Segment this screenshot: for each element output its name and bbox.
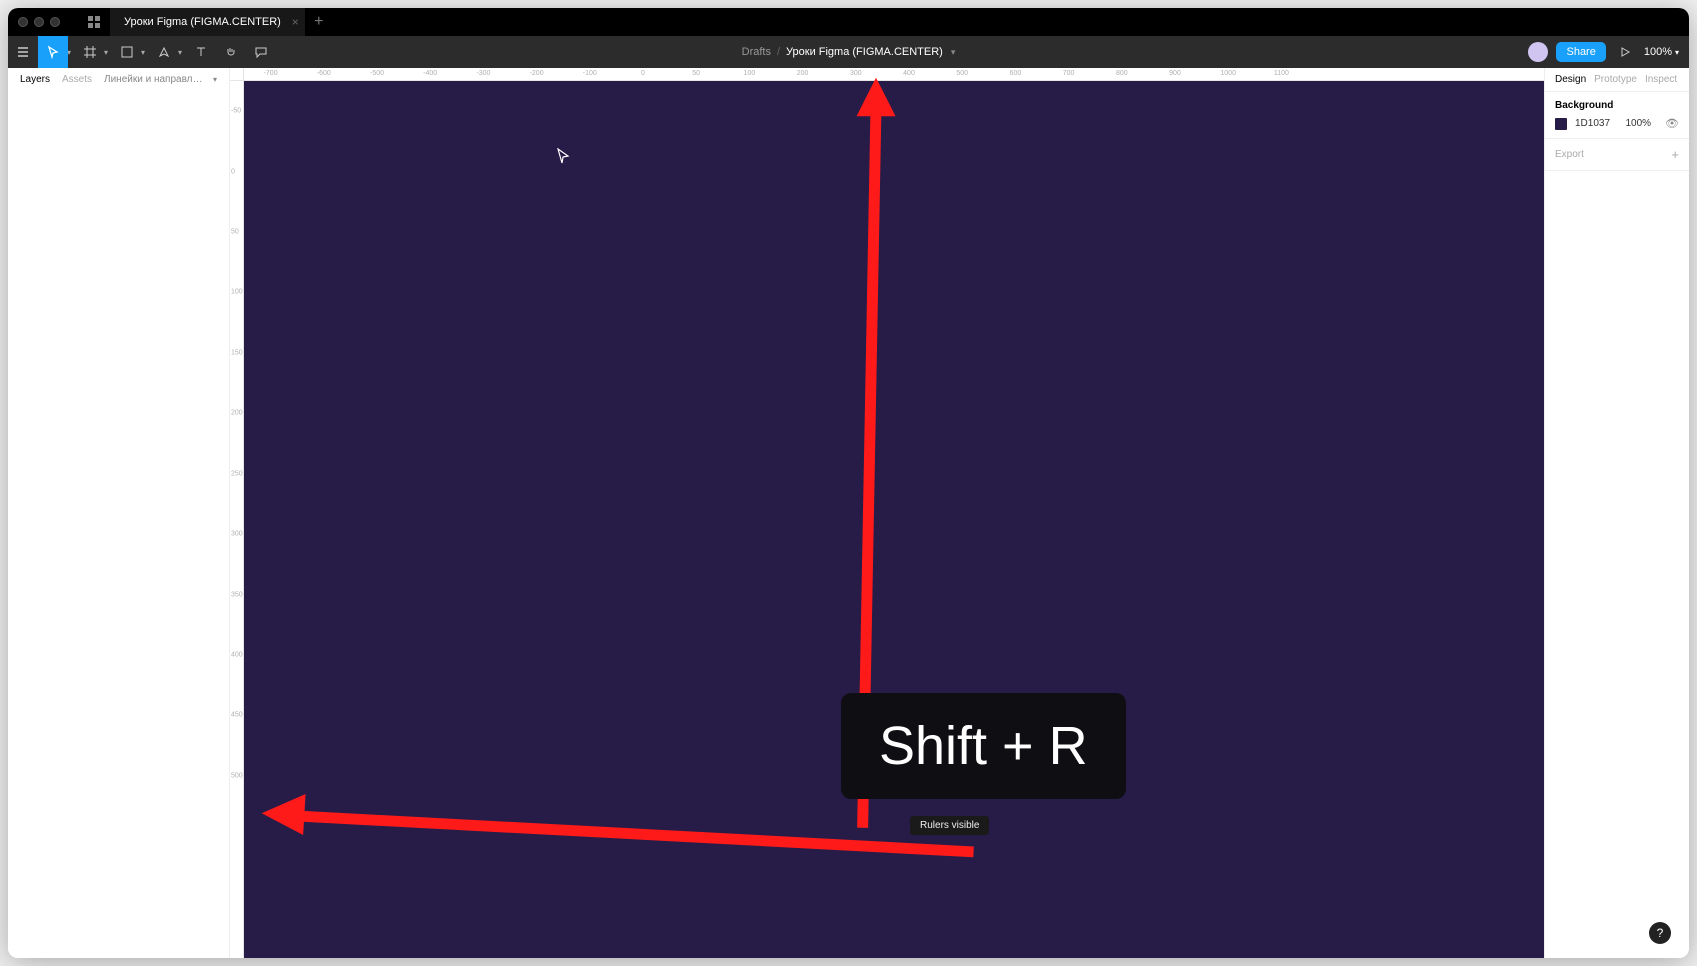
ruler-tick: -400 bbox=[423, 70, 437, 77]
close-window-dot[interactable] bbox=[18, 17, 28, 27]
export-add-icon[interactable]: + bbox=[1671, 147, 1679, 162]
ruler-tick: 300 bbox=[231, 531, 243, 538]
ruler-tick: -300 bbox=[476, 70, 490, 77]
ruler-tick: 200 bbox=[231, 410, 243, 417]
ruler-tick: -200 bbox=[530, 70, 544, 77]
page-selector[interactable]: Линейки и направляющие (включе... bbox=[104, 74, 207, 85]
ruler-corner bbox=[230, 68, 244, 81]
visibility-toggle-icon[interactable]: 👁 bbox=[1665, 117, 1679, 130]
ruler-tick: 50 bbox=[692, 70, 700, 77]
text-tool-button[interactable] bbox=[186, 36, 216, 68]
ruler-vertical[interactable]: -50 0 50 100 150 200 250 300 350 400 450 500 bbox=[230, 81, 244, 958]
ruler-tick: 500 bbox=[956, 70, 968, 77]
ruler-tick: 400 bbox=[231, 651, 243, 658]
ruler-tick: 450 bbox=[231, 712, 243, 719]
right-panel-tabs: Design Prototype Inspect bbox=[1545, 68, 1689, 92]
tab-assets[interactable]: Assets bbox=[62, 74, 92, 85]
ruler-tick: 500 bbox=[231, 772, 243, 779]
left-panel: Layers Assets Линейки и направляющие (вк… bbox=[8, 68, 230, 958]
ruler-tick: 100 bbox=[231, 289, 243, 296]
ruler-horizontal[interactable]: -700 -600 -500 -400 -300 -200 -100 0 50 100 200 300… bbox=[244, 68, 1544, 81]
zoom-value: 100% bbox=[1644, 46, 1672, 58]
background-opacity[interactable]: 100% bbox=[1625, 118, 1651, 129]
close-tab-icon[interactable]: × bbox=[292, 16, 299, 28]
window-controls[interactable] bbox=[8, 17, 60, 27]
ruler-tick: 100 bbox=[744, 70, 756, 77]
background-section: Background 1D1037 100% 👁 bbox=[1545, 92, 1689, 139]
share-button[interactable]: Share bbox=[1556, 42, 1605, 62]
ruler-tick: 50 bbox=[231, 229, 239, 236]
present-button[interactable] bbox=[1614, 36, 1636, 68]
ruler-tick: -500 bbox=[370, 70, 384, 77]
tab-inspect[interactable]: Inspect bbox=[1645, 74, 1677, 85]
background-hex[interactable]: 1D1037 bbox=[1575, 118, 1610, 129]
ruler-tick: -100 bbox=[583, 70, 597, 77]
ruler-tick: -600 bbox=[317, 70, 331, 77]
ruler-tick: 300 bbox=[850, 70, 862, 77]
pen-tool-button[interactable] bbox=[149, 36, 179, 68]
main-body: Layers Assets Линейки и направляющие (вк… bbox=[8, 68, 1689, 958]
ruler-tick: -700 bbox=[264, 70, 278, 77]
minimize-window-dot[interactable] bbox=[34, 17, 44, 27]
page-dropdown-icon[interactable]: ▾ bbox=[213, 75, 217, 84]
app-window: Уроки Figma (FIGMA.CENTER) × + ▾ ▾ ▾ bbox=[8, 8, 1689, 958]
ruler-tick: 600 bbox=[1010, 70, 1022, 77]
breadcrumb-file[interactable]: Уроки Figma (FIGMA.CENTER) bbox=[786, 46, 943, 58]
breadcrumb: Drafts / Уроки Figma (FIGMA.CENTER) ▾ bbox=[742, 46, 956, 58]
left-panel-tabs: Layers Assets Линейки и направляющие (вк… bbox=[8, 68, 229, 91]
right-panel: Design Prototype Inspect Background 1D10… bbox=[1544, 68, 1689, 958]
ruler-tick: 400 bbox=[903, 70, 915, 77]
breadcrumb-drafts[interactable]: Drafts bbox=[742, 46, 771, 58]
toolbar: ▾ ▾ ▾ ▾ Drafts / bbox=[8, 36, 1689, 68]
zoom-dropdown-icon: ▾ bbox=[1675, 48, 1679, 57]
canvas-area[interactable]: -700-600-500-400-300-200-100050100200300… bbox=[230, 68, 1544, 958]
file-tab-title: Уроки Figma (FIGMA.CENTER) bbox=[124, 16, 281, 28]
frame-tool-button[interactable] bbox=[75, 36, 105, 68]
background-label: Background bbox=[1555, 100, 1679, 111]
move-tool-button[interactable] bbox=[38, 36, 68, 68]
export-label[interactable]: Export bbox=[1555, 149, 1584, 160]
ruler-tick: 350 bbox=[231, 591, 243, 598]
tab-design[interactable]: Design bbox=[1555, 74, 1586, 85]
ruler-tick: 200 bbox=[797, 70, 809, 77]
ruler-tick: 0 bbox=[641, 70, 645, 77]
main-menu-button[interactable] bbox=[8, 36, 38, 68]
ruler-tick: 800 bbox=[1116, 70, 1128, 77]
canvas-background[interactable] bbox=[244, 81, 1544, 958]
shape-tool-button[interactable] bbox=[112, 36, 142, 68]
breadcrumb-separator: / bbox=[777, 46, 780, 58]
cursor-icon bbox=[557, 148, 571, 169]
ruler-tick: 250 bbox=[231, 470, 243, 477]
toolbar-right-group: Share 100% ▾ bbox=[1528, 36, 1689, 68]
background-swatch[interactable] bbox=[1555, 118, 1567, 130]
add-tab-button[interactable]: + bbox=[305, 8, 333, 36]
file-tab[interactable]: Уроки Figma (FIGMA.CENTER) × bbox=[110, 8, 305, 36]
comment-tool-button[interactable] bbox=[246, 36, 276, 68]
breadcrumb-dropdown-icon[interactable]: ▾ bbox=[951, 47, 956, 58]
ruler-tick: 150 bbox=[231, 349, 243, 356]
background-row: 1D1037 100% 👁 bbox=[1555, 117, 1679, 130]
user-avatar[interactable] bbox=[1528, 42, 1548, 62]
ruler-tick: 700 bbox=[1063, 70, 1075, 77]
tab-prototype[interactable]: Prototype bbox=[1594, 74, 1637, 85]
zoom-menu[interactable]: 100% ▾ bbox=[1644, 46, 1679, 58]
hand-tool-button[interactable] bbox=[216, 36, 246, 68]
export-section: Export + bbox=[1545, 139, 1689, 171]
ruler-tick: 900 bbox=[1169, 70, 1181, 77]
maximize-window-dot[interactable] bbox=[50, 17, 60, 27]
tab-layers[interactable]: Layers bbox=[20, 74, 50, 85]
toolbar-left-group: ▾ ▾ ▾ ▾ bbox=[8, 36, 276, 68]
titlebar: Уроки Figma (FIGMA.CENTER) × + bbox=[8, 8, 1689, 36]
ruler-tick: 1000 bbox=[1220, 70, 1236, 77]
ruler-tick: 0 bbox=[231, 168, 235, 175]
home-button[interactable] bbox=[80, 8, 108, 36]
ruler-tick: 1100 bbox=[1274, 70, 1289, 77]
ruler-tick: -50 bbox=[231, 108, 241, 115]
help-button[interactable]: ? bbox=[1649, 922, 1671, 944]
